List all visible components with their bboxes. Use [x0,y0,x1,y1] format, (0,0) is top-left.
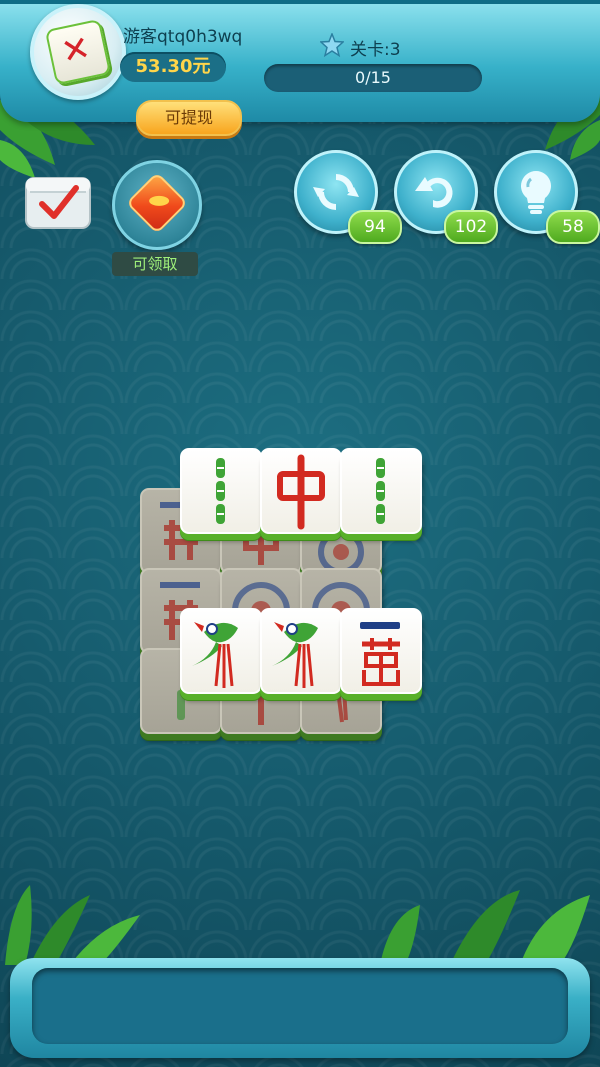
withdraw-button[interactable]: 可提现 [136,100,242,136]
level-progress-bar: 0/15 [264,64,482,92]
hint-count-badge: 58 [546,210,600,244]
red-packet-button[interactable] [112,160,202,250]
progress-text: 0/15 [355,68,391,87]
leaf-decoration-bottom-right [380,890,590,965]
level-label: 关卡:3 [350,40,401,60]
mahjong-tile-bamboo[interactable] [340,448,422,534]
refresh-icon [313,174,359,210]
mahjong-tile-red-dragon[interactable] [260,448,342,534]
zhong-character-icon [277,454,325,530]
bamboo-tile-icon [376,458,385,524]
leaf-decoration-bottom-left [5,885,140,965]
lightbulb-icon [521,171,551,214]
wan-character-icon [360,622,400,686]
undo-count-badge: 102 [444,210,498,244]
username: 游客qtq0h3wq [123,27,243,47]
player-avatar[interactable] [30,4,126,100]
shuffle-count-badge: 94 [348,210,402,244]
mahjong-tile-bird[interactable] [180,608,262,694]
mahjong-tile-bird[interactable] [260,608,342,694]
bamboo-tile-icon [216,458,225,524]
mahjong-tile-bamboo[interactable] [180,448,262,534]
bird-tile-icon [272,622,318,688]
tile-tray [10,958,590,1058]
avatar-mahjong-icon [44,18,112,86]
red-packet-icon [125,171,189,235]
undo-icon [415,177,453,208]
star-icon [320,33,344,57]
balance-display: 53.30元 [120,52,226,82]
mahjong-tile-yi-wan[interactable] [340,608,422,694]
task-calendar-icon[interactable] [24,170,92,232]
claim-label: 可领取 [112,252,198,276]
tile-tray-slots [32,968,568,1044]
bird-tile-icon [192,622,238,688]
